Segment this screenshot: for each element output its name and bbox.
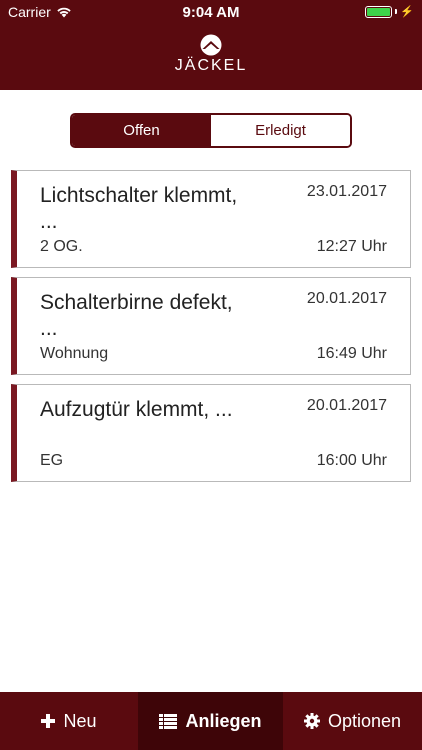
tab-anliegen[interactable]: Anliegen <box>138 692 283 750</box>
charging-icon: ⚡ <box>400 6 414 18</box>
segment-erledigt[interactable]: Erledigt <box>211 115 350 146</box>
gear-icon <box>303 713 320 729</box>
list-icon <box>159 713 178 729</box>
status-bar: Carrier 9:04 AM ⚡ <box>0 0 422 24</box>
ticket-time: 12:27 Uhr <box>316 238 387 255</box>
brand-logo: JÄCKEL <box>0 34 422 75</box>
tab-optionen-label: Optionen <box>327 710 402 731</box>
ticket-title: Aufzugtür klemmt, ... <box>40 398 233 421</box>
ticket-card[interactable]: Lichtschalter klemmt, ... 23.01.2017 2 O… <box>11 170 411 268</box>
mountain-logo-icon <box>200 34 222 56</box>
ticket-date: 23.01.2017 <box>306 183 387 200</box>
tab-optionen[interactable]: Optionen <box>283 692 422 750</box>
bottom-tab-bar: Neu Anliegen Optionen <box>0 692 422 750</box>
ticket-title: Lichtschalter klemmt, ... <box>40 184 238 233</box>
ticket-card[interactable]: Aufzugtür klemmt, ... 20.01.2017 EG 16:0… <box>11 384 411 482</box>
ticket-date: 20.01.2017 <box>306 290 387 307</box>
ticket-title: Schalterbirne defekt, ... <box>40 291 233 340</box>
tab-neu-label: Neu <box>63 710 97 731</box>
segment-offen[interactable]: Offen <box>72 115 211 146</box>
logo-text: JÄCKEL <box>174 57 248 74</box>
status-right: ⚡ <box>365 5 414 18</box>
app-header: Carrier 9:04 AM ⚡ JÄCKEL <box>0 0 422 90</box>
plus-icon <box>41 714 56 728</box>
status-filter-segmented-control: Offen Erledigt <box>70 113 352 148</box>
ticket-card[interactable]: Schalterbirne defekt, ... 20.01.2017 Woh… <box>11 277 411 375</box>
battery-icon <box>365 5 393 18</box>
battery-nub <box>395 9 398 14</box>
ticket-time: 16:00 Uhr <box>316 452 387 469</box>
ticket-location: EG <box>40 452 64 469</box>
ticket-time: 16:49 Uhr <box>316 345 387 362</box>
tab-anliegen-label: Anliegen <box>185 710 262 731</box>
ticket-location: 2 OG. <box>40 238 83 255</box>
ticket-date: 20.01.2017 <box>306 397 387 414</box>
ticket-location: Wohnung <box>40 345 109 362</box>
status-time: 9:04 AM <box>182 4 240 21</box>
tab-neu[interactable]: Neu <box>0 692 138 750</box>
